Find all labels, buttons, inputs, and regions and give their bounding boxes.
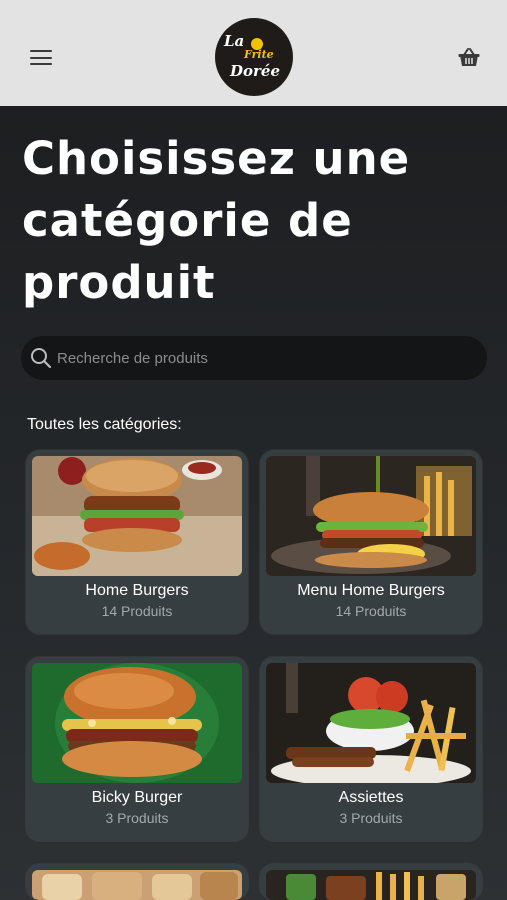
category-image-assiettes [266,663,476,783]
category-card-assiettes[interactable]: Assiettes 3 Produits [260,657,482,841]
category-image-partial-left [32,870,242,900]
category-card-partial-left[interactable] [26,864,248,900]
category-count: 3 Produits [105,810,169,826]
logo-line-1: La [224,32,245,50]
page-title: Choisissez une catégorie de produit [22,132,411,309]
brand-logo[interactable]: La Frite Dorée [215,18,293,96]
logo-line-2: Frite [244,48,274,61]
app-header: La Frite Dorée [0,0,507,106]
search-icon [30,347,52,369]
category-card-menu-home-burgers[interactable]: Menu Home Burgers 14 Produits [260,450,482,634]
categories-heading: Toutes les catégories: [27,416,182,433]
search-input[interactable] [57,336,477,380]
category-count: 14 Produits [335,603,407,619]
category-card-bicky-burger[interactable]: Bicky Burger 3 Produits [26,657,248,841]
category-card-home-burgers[interactable]: Home Burgers 14 Produits [26,450,248,634]
category-image-partial-right [266,870,476,900]
category-image-bicky-burger [32,663,242,783]
category-name: Assiettes [338,789,404,806]
category-image-home-burgers [32,456,242,576]
category-image-menu-home-burgers [266,456,476,576]
hamburger-menu-icon[interactable] [30,50,52,65]
search-bar[interactable] [21,336,487,380]
logo-line-3: Dorée [230,62,281,80]
category-card-partial-right[interactable] [260,864,482,900]
category-name: Home Burgers [85,582,189,599]
basket-icon[interactable] [458,48,480,68]
category-name: Menu Home Burgers [297,582,445,599]
category-count: 14 Produits [101,603,173,619]
category-name: Bicky Burger [91,789,183,806]
category-count: 3 Produits [339,810,403,826]
